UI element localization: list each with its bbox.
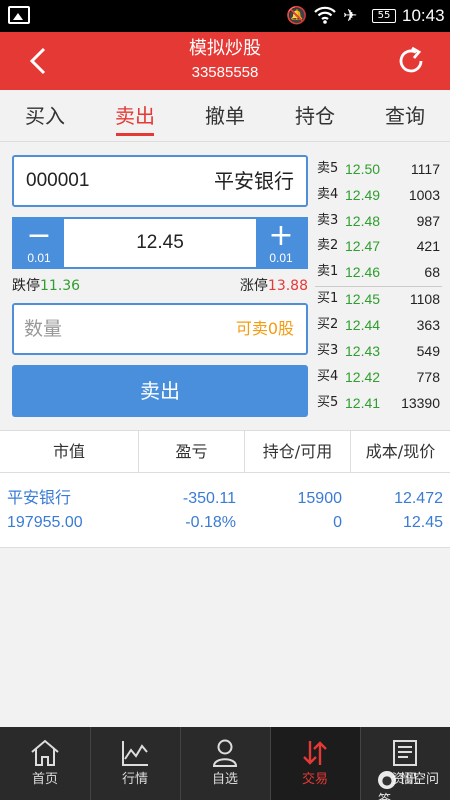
nav-trade-label: 交易	[301, 772, 328, 787]
available-quantity: 可卖0股	[235, 319, 294, 338]
nav-watchlist[interactable]: 自选	[180, 727, 270, 800]
position-market-value: 197955.00	[7, 514, 83, 531]
position-current-price: 12.45	[402, 514, 443, 531]
price-limits: 跌停11.36 涨停13.88	[12, 276, 308, 296]
airplane-icon: ✈	[343, 6, 358, 26]
tab-buy[interactable]: 买入	[0, 90, 90, 141]
chart-icon	[122, 741, 148, 766]
increase-step: 0.01	[269, 251, 293, 265]
stock-name: 平安银行	[214, 169, 294, 193]
positions-header: 市值 盈亏 持仓/可用 成本/现价	[0, 431, 450, 473]
wifi-icon	[314, 5, 336, 31]
limit-up-label: 涨停	[239, 278, 268, 294]
sell-submit-button[interactable]: 卖出	[12, 365, 308, 417]
plus-icon: +	[268, 218, 294, 253]
position-pnl-pct: -0.18%	[185, 514, 236, 531]
decrease-step: 0.01	[27, 251, 51, 265]
position-holding: 15900	[297, 490, 343, 507]
status-bar: 🔕 ✈ 55 10:43	[0, 0, 450, 32]
trade-icon	[303, 741, 327, 765]
bid-row[interactable]: 买4 12.42 778	[315, 365, 442, 389]
trade-tabs: 买入 卖出 撤单 持仓 查询	[0, 90, 450, 142]
refresh-button[interactable]	[394, 44, 428, 78]
limit-up-value[interactable]: 13.88	[268, 278, 308, 294]
page-title: 模拟炒股	[189, 38, 261, 59]
clock: 10:43	[402, 6, 445, 25]
watermark: ● 悟空问答	[378, 768, 450, 800]
stock-code: 000001	[26, 170, 90, 191]
ask-row[interactable]: 卖3 12.48 987	[315, 209, 442, 233]
tab-query[interactable]: 查询	[360, 90, 450, 141]
gallery-icon	[8, 6, 30, 24]
price-decrease-button[interactable]: − 0.01	[14, 219, 64, 267]
mute-icon: 🔕	[286, 6, 308, 26]
position-available: 0	[333, 514, 342, 531]
account-number: 33585558	[191, 64, 259, 81]
minus-icon: −	[26, 218, 52, 253]
price-stepper: − 0.01 12.45 + 0.01	[12, 217, 308, 269]
tab-cancel-order[interactable]: 撤单	[180, 90, 270, 141]
limit-down-label: 跌停	[12, 278, 40, 294]
refresh-icon	[399, 46, 423, 73]
positions-table: 市值 盈亏 持仓/可用 成本/现价 平安银行 197955.00 -350.11…	[0, 430, 450, 548]
user-icon	[212, 739, 238, 767]
tab-holdings[interactable]: 持仓	[270, 90, 360, 141]
ask-row[interactable]: 卖4 12.49 1003	[315, 183, 442, 207]
battery-icon: 55	[372, 9, 396, 23]
bid-row[interactable]: 买2 12.44 363	[315, 313, 442, 337]
table-row[interactable]: 平安银行 197955.00 -350.11 -0.18% 15900 0 12…	[0, 487, 450, 539]
home-icon	[31, 739, 59, 766]
limit-down-value[interactable]: 11.36	[40, 278, 80, 294]
bid-row[interactable]: 买3 12.43 549	[315, 339, 442, 363]
ask-row[interactable]: 卖5 12.50 1117	[315, 157, 442, 181]
header-cost: 成本/现价	[350, 431, 450, 473]
position-pnl: -350.11	[182, 490, 236, 507]
nav-market[interactable]: 行情	[90, 727, 180, 800]
header-holding: 持仓/可用	[244, 431, 350, 473]
position-name: 平安银行	[7, 490, 72, 507]
tab-sell[interactable]: 卖出	[90, 90, 180, 141]
position-cost: 12.472	[394, 490, 443, 507]
nav-home-label: 首页	[31, 772, 58, 787]
header-pnl: 盈亏	[138, 431, 244, 473]
quantity-field: 可卖0股	[12, 303, 308, 355]
news-icon	[393, 740, 417, 766]
header-market-value: 市值	[52, 442, 85, 461]
bid-row[interactable]: 买5 12.41 13390	[315, 391, 442, 415]
nav-home[interactable]: 首页	[0, 727, 90, 800]
app-header: 模拟炒股 33585558	[0, 32, 450, 90]
nav-watchlist-label: 自选	[211, 772, 238, 787]
quantity-input[interactable]	[24, 305, 204, 353]
price-input[interactable]: 12.45	[64, 219, 256, 267]
stock-code-field[interactable]: 000001 平安银行	[12, 155, 308, 207]
price-increase-button[interactable]: + 0.01	[256, 219, 306, 267]
bid-row[interactable]: 买1 12.45 1108	[315, 287, 442, 311]
order-book: 卖5 12.50 1117 卖4 12.49 1003 卖3 12.48 987 卖2 12.…	[315, 155, 442, 420]
nav-market-label: 行情	[121, 772, 148, 787]
ask-row[interactable]: 卖2 12.47 421	[315, 234, 442, 258]
nav-trade[interactable]: 交易	[270, 727, 360, 800]
ask-row[interactable]: 卖1 12.46 68	[315, 260, 442, 284]
watermark-icon: ●	[378, 770, 396, 789]
